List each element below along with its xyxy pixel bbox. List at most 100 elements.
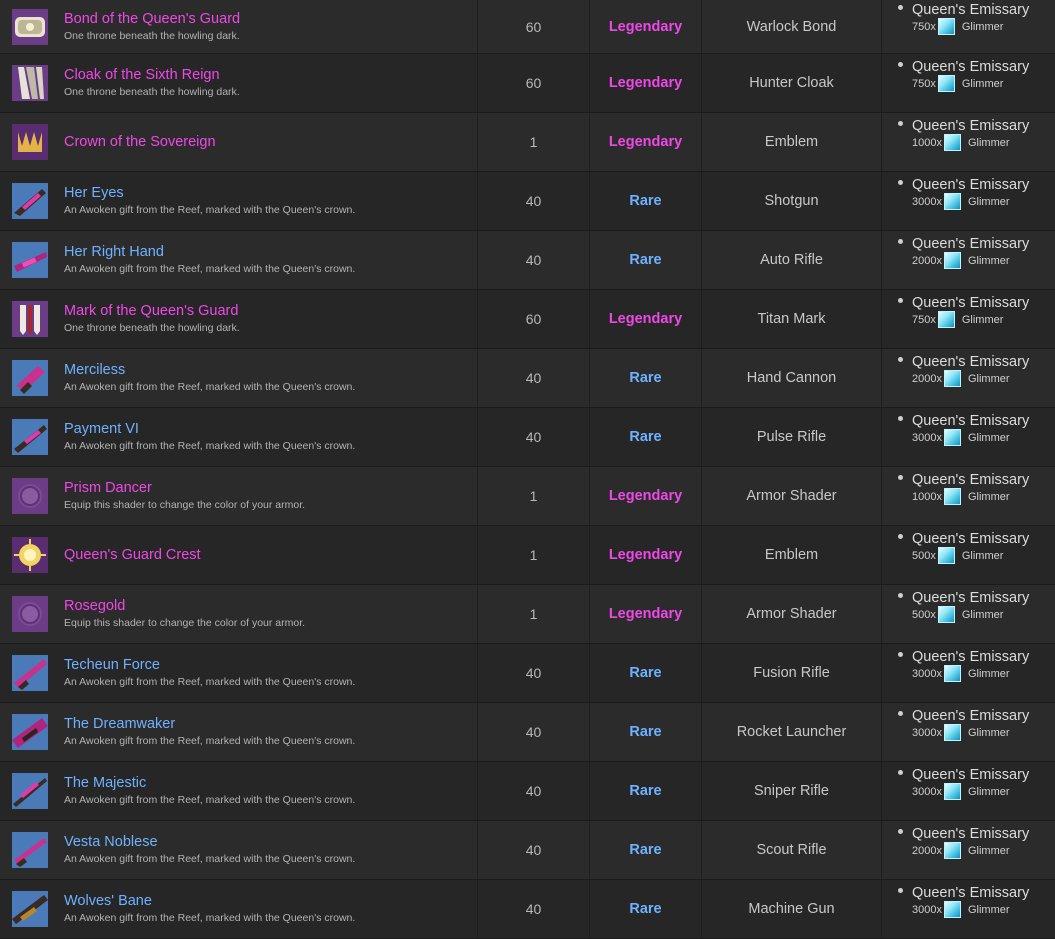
currency-name[interactable]: Glimmer [968, 373, 1010, 385]
currency-name[interactable]: Glimmer [968, 137, 1010, 149]
bullet-icon [898, 61, 903, 67]
table-row[interactable]: Her Eyes An Awoken gift from the Reef, m… [0, 172, 1055, 231]
currency-name[interactable]: Glimmer [968, 845, 1010, 857]
table-row[interactable]: Wolves' Bane An Awoken gift from the Ree… [0, 880, 1055, 939]
cost-line: 3000x Glimmer [912, 665, 1055, 682]
item-name-link[interactable]: Rosegold [64, 598, 305, 615]
currency-name[interactable]: Glimmer [968, 432, 1010, 444]
item-name-link[interactable]: Queen's Guard Crest [64, 547, 201, 564]
table-row[interactable]: Her Right Hand An Awoken gift from the R… [0, 231, 1055, 290]
bond-icon[interactable] [12, 8, 48, 45]
table-row[interactable]: Rosegold Equip this shader to change the… [0, 585, 1055, 644]
pulse-rifle-icon[interactable] [12, 419, 48, 455]
item-name-link[interactable]: Prism Dancer [64, 480, 305, 497]
rocket-launcher-icon[interactable] [12, 714, 48, 750]
currency-name[interactable]: Glimmer [968, 668, 1010, 680]
item-name-link[interactable]: Her Right Hand [64, 244, 355, 261]
auto-rifle-icon[interactable] [12, 242, 48, 278]
table-row[interactable]: Cloak of the Sixth Reign One throne bene… [0, 54, 1055, 113]
currency-name[interactable]: Glimmer [968, 786, 1010, 798]
currency-name[interactable]: Glimmer [962, 78, 1004, 90]
item-name-link[interactable]: Vesta Noblese [64, 834, 355, 851]
currency-name[interactable]: Glimmer [968, 255, 1010, 267]
item-name-link[interactable]: The Dreamwaker [64, 716, 355, 733]
vendor-name[interactable]: Queen's Emissary [912, 59, 1029, 75]
table-row[interactable]: Merciless An Awoken gift from the Reef, … [0, 349, 1055, 408]
machine-gun-icon[interactable] [12, 891, 48, 927]
item-name-link[interactable]: Her Eyes [64, 185, 355, 202]
vendor-name[interactable]: Queen's Emissary [912, 649, 1029, 665]
item-name-link[interactable]: Mark of the Queen's Guard [64, 303, 240, 320]
vendor-name[interactable]: Queen's Emissary [912, 531, 1029, 547]
item-name-link[interactable]: Cloak of the Sixth Reign [64, 67, 240, 84]
rarity-cell: Rare [590, 644, 702, 702]
bullet-icon [898, 4, 903, 10]
item-rarity: Rare [629, 370, 662, 386]
sniper-rifle-icon[interactable] [12, 773, 48, 809]
table-row[interactable]: The Dreamwaker An Awoken gift from the R… [0, 703, 1055, 762]
item-name-link[interactable]: The Majestic [64, 775, 355, 792]
table-row[interactable]: The Majestic An Awoken gift from the Ree… [0, 762, 1055, 821]
table-row[interactable]: Queen's Guard Crest 1 Legendary Emblem Q… [0, 526, 1055, 585]
item-type: Titan Mark [757, 311, 826, 327]
vendor-name[interactable]: Queen's Emissary [912, 236, 1029, 252]
item-name-link[interactable]: Crown of the Sovereign [64, 134, 216, 151]
fusion-rifle-icon[interactable] [12, 655, 48, 691]
currency-name[interactable]: Glimmer [962, 21, 1004, 33]
type-cell: Emblem [702, 526, 882, 584]
item-name-link[interactable]: Merciless [64, 362, 355, 379]
shader-icon[interactable] [12, 596, 48, 632]
table-row[interactable]: Vesta Noblese An Awoken gift from the Re… [0, 821, 1055, 880]
currency-name[interactable]: Glimmer [962, 550, 1004, 562]
item-description: Equip this shader to change the color of… [64, 617, 306, 629]
hand-cannon-icon[interactable] [12, 360, 48, 396]
mark-icon[interactable] [12, 301, 48, 337]
shotgun-icon[interactable] [12, 183, 48, 219]
vendor-name[interactable]: Queen's Emissary [912, 413, 1029, 429]
item-name-block: Prism Dancer Equip this shader to change… [64, 480, 305, 512]
type-cell: Rocket Launcher [702, 703, 882, 761]
vendor-name[interactable]: Queen's Emissary [912, 2, 1029, 18]
table-row[interactable]: Prism Dancer Equip this shader to change… [0, 467, 1055, 526]
vendor-name[interactable]: Queen's Emissary [912, 472, 1029, 488]
item-description: An Awoken gift from the Reef, marked wit… [64, 735, 356, 747]
vendor-name[interactable]: Queen's Emissary [912, 354, 1029, 370]
item-name-link[interactable]: Wolves' Bane [64, 893, 355, 910]
vendor-line: Queen's Emissary [898, 413, 1055, 429]
item-type: Emblem [764, 547, 819, 563]
currency-name[interactable]: Glimmer [962, 609, 1004, 621]
vendor-name[interactable]: Queen's Emissary [912, 295, 1029, 311]
vendor-name[interactable]: Queen's Emissary [912, 885, 1029, 901]
cost-line: 750x Glimmer [912, 18, 1055, 35]
cloak-icon[interactable] [12, 65, 48, 101]
table-row[interactable]: Mark of the Queen's Guard One throne ben… [0, 290, 1055, 349]
shader-icon[interactable] [12, 478, 48, 514]
item-name-link[interactable]: Bond of the Queen's Guard [64, 11, 240, 28]
item-rarity: Rare [629, 724, 662, 740]
vendor-name[interactable]: Queen's Emissary [912, 708, 1029, 724]
currency-name[interactable]: Glimmer [968, 196, 1010, 208]
currency-name[interactable]: Glimmer [962, 314, 1004, 326]
vendor-name[interactable]: Queen's Emissary [912, 590, 1029, 606]
table-row[interactable]: Bond of the Queen's Guard One throne ben… [0, 0, 1055, 54]
table-row[interactable]: Crown of the Sovereign 1 Legendary Emble… [0, 113, 1055, 172]
scout-rifle-icon[interactable] [12, 832, 48, 868]
cost-amount: 750x [912, 313, 936, 326]
currency-name[interactable]: Glimmer [968, 904, 1010, 916]
table-row[interactable]: Payment VI An Awoken gift from the Reef,… [0, 408, 1055, 467]
currency-name[interactable]: Glimmer [968, 727, 1010, 739]
item-rarity: Rare [629, 252, 662, 268]
table-row[interactable]: Techeun Force An Awoken gift from the Re… [0, 644, 1055, 703]
vendor-name[interactable]: Queen's Emissary [912, 767, 1029, 783]
cost-amount: 2000x [912, 372, 942, 385]
item-name-link[interactable]: Payment VI [64, 421, 355, 438]
item-name-link[interactable]: Techeun Force [64, 657, 355, 674]
cost-amount: 500x [912, 608, 936, 621]
crown-emblem-icon[interactable] [12, 124, 48, 160]
vendor-name[interactable]: Queen's Emissary [912, 826, 1029, 842]
vendor-name[interactable]: Queen's Emissary [912, 177, 1029, 193]
crest-emblem-icon[interactable] [12, 537, 48, 573]
vendor-name[interactable]: Queen's Emissary [912, 118, 1029, 134]
item-level: 40 [525, 193, 542, 209]
currency-name[interactable]: Glimmer [968, 491, 1010, 503]
